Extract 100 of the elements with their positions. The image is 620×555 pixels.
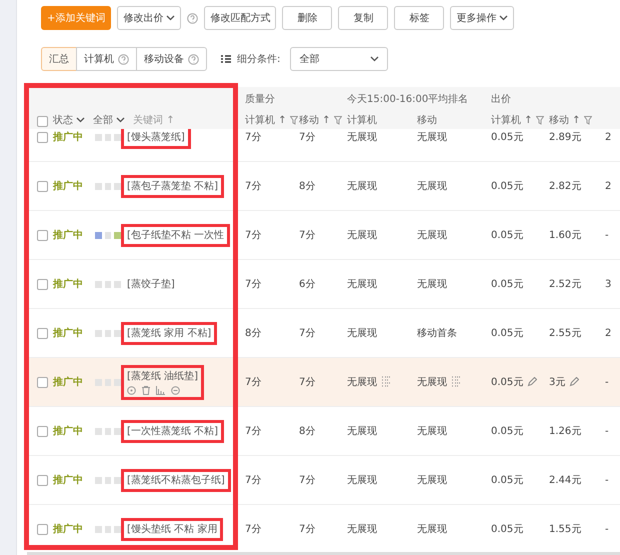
- quality-score: 7分: [245, 278, 262, 291]
- caret-icon: [116, 117, 125, 123]
- keyword-text: [蒸包子蒸笼垫 不粘]: [127, 180, 218, 192]
- column-header[interactable]: 计算机 ↑: [491, 113, 533, 127]
- rank-text: 无展现: [417, 376, 447, 389]
- filter-icon[interactable]: [334, 116, 342, 124]
- filter-icon[interactable]: [584, 116, 592, 124]
- bid-price: 2.82元: [549, 180, 582, 193]
- target-icon[interactable]: [127, 386, 136, 394]
- bid-price: 0.05元: [491, 180, 524, 193]
- pencil-icon[interactable]: [569, 377, 580, 387]
- quality-score: 7分: [245, 523, 262, 536]
- status-filter[interactable]: 状态: [53, 113, 93, 129]
- rank-text: 无展现: [417, 180, 447, 193]
- status-text: 推广中: [53, 277, 84, 291]
- help-icon[interactable]: [118, 54, 129, 64]
- keyword-text: [蒸笼纸 油纸垫]: [127, 370, 198, 382]
- rank-text: 无展现: [417, 229, 447, 242]
- quality-score: 6分: [299, 278, 316, 291]
- list-icon: [221, 55, 231, 63]
- bid-price: 2.89元: [549, 131, 582, 144]
- help-icon[interactable]: [187, 12, 198, 24]
- list-icon[interactable]: [451, 376, 461, 388]
- device-tab[interactable]: 移动设备: [136, 47, 207, 71]
- column-header[interactable]: 移动: [417, 113, 437, 127]
- rank-text: 无展现: [347, 376, 377, 389]
- toolbar-button[interactable]: 删除: [282, 6, 332, 30]
- quality-score: 7分: [245, 131, 262, 144]
- row-checkbox[interactable]: [37, 230, 48, 240]
- row-checkbox[interactable]: [37, 180, 48, 192]
- bid-price: 0.05元: [491, 376, 524, 389]
- status-text: 推广中: [53, 522, 84, 536]
- device-tab[interactable]: 汇总: [41, 47, 77, 71]
- help-icon[interactable]: [188, 54, 199, 64]
- bid-price: 1.60元: [549, 229, 582, 242]
- dropdown-button[interactable]: 更多操作: [450, 6, 514, 30]
- keyword-text: [蒸饺子垫]: [127, 278, 175, 290]
- filter-icon[interactable]: [536, 116, 544, 124]
- rank-text: 无展现: [347, 229, 377, 242]
- bar-chart-icon[interactable]: [156, 386, 165, 394]
- rank-text: 无展现: [347, 425, 377, 438]
- status-text: 推广中: [53, 228, 84, 242]
- rank-text: 无展现: [417, 523, 447, 536]
- row-checkbox[interactable]: [37, 426, 48, 436]
- quality-score: 7分: [299, 523, 316, 536]
- bid-price: 1.55元: [549, 523, 582, 536]
- toolbar-button[interactable]: 复制: [338, 6, 388, 30]
- tag-filter[interactable]: 全部: [93, 113, 125, 127]
- rank-text: 无展现: [347, 523, 377, 536]
- keyword-text: [蒸笼纸不粘蒸包子纸]: [127, 474, 225, 486]
- select-all-checkbox[interactable]: [37, 116, 48, 127]
- device-tab[interactable]: 计算机: [76, 47, 137, 71]
- list-icon[interactable]: [381, 376, 391, 388]
- row-checkbox[interactable]: [37, 328, 48, 338]
- row-checkbox[interactable]: [37, 474, 48, 486]
- rank-text: 无展现: [347, 180, 377, 193]
- rank-text: 移动首条: [417, 327, 457, 340]
- row-checkbox[interactable]: [37, 524, 48, 534]
- toolbar-button[interactable]: 标签: [394, 6, 444, 30]
- toolbar-button[interactable]: 修改匹配方式: [204, 6, 276, 30]
- status-text: 推广中: [53, 424, 84, 438]
- bid-price: 0.05元: [491, 131, 524, 144]
- column-header[interactable]: 计算机: [347, 113, 377, 127]
- trash-icon[interactable]: [142, 386, 150, 394]
- bid-price: 1.26元: [549, 425, 582, 438]
- filter-icon[interactable]: [290, 116, 298, 124]
- row-checkbox[interactable]: [37, 132, 48, 142]
- keyword-text: [馒头蒸笼纸]: [127, 130, 185, 144]
- rank-text: 无展现: [347, 327, 377, 340]
- pencil-icon[interactable]: [527, 377, 538, 387]
- quality-score: 7分: [245, 180, 262, 193]
- column-group-header: 出价: [491, 92, 511, 106]
- keyword-text: [馒头垫纸 不粘 家用: [127, 522, 218, 536]
- column-group-header: 今天15:00-16:00平均排名: [347, 92, 468, 106]
- row-checkbox[interactable]: [37, 278, 48, 290]
- quality-score: 8分: [299, 425, 316, 438]
- rank-text: 无展现: [417, 131, 447, 144]
- status-text: 推广中: [53, 130, 84, 144]
- rank-text: 无展现: [417, 425, 447, 438]
- column-header[interactable]: 移动 ↑: [299, 113, 331, 127]
- bid-price: 3元: [549, 376, 566, 389]
- dropdown-button[interactable]: 修改出价: [117, 6, 182, 30]
- minus-circle-icon[interactable]: [171, 386, 180, 394]
- segment-label: 细分条件:: [237, 53, 280, 66]
- column-header[interactable]: 计算机 ↑: [245, 113, 287, 127]
- row-checkbox[interactable]: [37, 376, 48, 388]
- column-header[interactable]: 移动 ↑: [549, 113, 581, 127]
- keyword-text: [一次性蒸笼纸 不粘]: [127, 424, 218, 438]
- bid-price: 0.05元: [491, 425, 524, 438]
- bid-price: 2.44元: [549, 474, 582, 487]
- bid-price: 2.52元: [549, 278, 582, 291]
- caret-icon: [499, 15, 508, 21]
- bid-price: 0.05元: [491, 278, 524, 291]
- bid-price: 2.55元: [549, 327, 582, 340]
- quality-score: 7分: [299, 131, 316, 144]
- segment-select[interactable]: 全部: [290, 47, 388, 71]
- column-group-header: 质量分: [245, 92, 275, 106]
- quality-score: 7分: [299, 474, 316, 487]
- bid-price: 0.05元: [491, 523, 524, 536]
- table-cell-text: 3: [605, 278, 612, 290]
